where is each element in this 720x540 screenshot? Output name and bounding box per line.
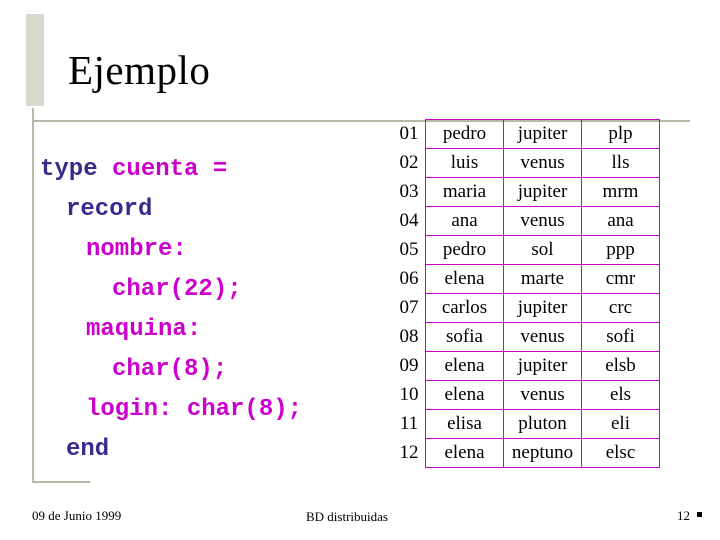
code-identifier: char(22);: [112, 276, 242, 303]
decorative-vertical-rule: [32, 108, 34, 482]
table-row: 09 elena jupiter elsb: [393, 351, 660, 381]
table-cell-nombre: ana: [425, 206, 504, 236]
row-index: 05: [399, 239, 419, 260]
table-cell-nombre: carlos: [425, 293, 504, 323]
table-cell-login: eli: [581, 409, 660, 439]
table-row: 08 sofia venus sofi: [393, 322, 660, 352]
code-identifier: login: char(8);: [86, 396, 303, 423]
table-cell-login: mrm: [581, 177, 660, 207]
decorative-left-bar: [26, 14, 44, 106]
code-line: char(8);: [40, 350, 380, 390]
table-row: 11 elisa pluton eli: [393, 409, 660, 439]
table-body: 01 pedro jupiter plp 02 luis venus lls 03 maria ju…: [393, 119, 660, 468]
decorative-bottom-rule: [32, 481, 90, 483]
code-line: char(22);: [40, 270, 380, 310]
table-cell-login: lls: [581, 148, 660, 178]
row-index: 03: [399, 181, 419, 202]
table-cell-login: crc: [581, 293, 660, 323]
table-cell-nombre: elena: [425, 264, 504, 294]
row-index: 02: [399, 152, 419, 173]
footer-subtitle: BD distribuidas: [306, 509, 388, 524]
data-table: 01 pedro jupiter plp 02 luis venus lls 03 maria ju…: [393, 119, 660, 468]
table-row: 05 pedro sol ppp: [393, 235, 660, 265]
row-index: 11: [399, 413, 419, 434]
table-cell-maquina: venus: [503, 322, 582, 352]
table-row: 03 maria jupiter mrm: [393, 177, 660, 207]
table-cell-login: elsb: [581, 351, 660, 381]
code-keyword: type: [40, 156, 98, 183]
table-cell-maquina: pluton: [503, 409, 582, 439]
row-index: 09: [399, 355, 419, 376]
table-cell-maquina: jupiter: [503, 119, 582, 149]
table-cell-nombre: elena: [425, 438, 504, 468]
code-identifier: char(8);: [112, 356, 228, 383]
footer-page-number: 12: [677, 508, 690, 523]
table-cell-login: ana: [581, 206, 660, 236]
table-cell-maquina: jupiter: [503, 351, 582, 381]
table-cell-maquina: jupiter: [503, 293, 582, 323]
table-cell-nombre: luis: [425, 148, 504, 178]
code-line: type cuenta =: [40, 150, 380, 190]
page-title: Ejemplo: [68, 47, 211, 93]
code-identifier: cuenta =: [97, 156, 228, 183]
code-line: end: [40, 430, 380, 470]
row-index: 07: [399, 297, 419, 318]
table-cell-maquina: venus: [503, 380, 582, 410]
table-row: 12 elena neptuno elsc: [393, 438, 660, 468]
code-block: type cuenta = record nombre: char(22); maqui…: [40, 150, 380, 470]
table-cell-maquina: jupiter: [503, 177, 582, 207]
table-row: 06 elena marte cmr: [393, 264, 660, 294]
code-keyword: record: [66, 196, 153, 223]
table-cell-nombre: sofia: [425, 322, 504, 352]
table-cell-nombre: maria: [425, 177, 504, 207]
table-row: 02 luis venus lls: [393, 148, 660, 178]
table-cell-nombre: elena: [425, 380, 504, 410]
code-line: record: [40, 190, 380, 230]
table-cell-login: ppp: [581, 235, 660, 265]
row-index: 06: [399, 268, 419, 289]
row-index: 04: [399, 210, 419, 231]
table-cell-login: els: [581, 380, 660, 410]
table-cell-login: plp: [581, 119, 660, 149]
table-row: 04 ana venus ana: [393, 206, 660, 236]
code-identifier: nombre:: [86, 236, 187, 263]
table-row: 07 carlos jupiter crc: [393, 293, 660, 323]
table-cell-maquina: neptuno: [503, 438, 582, 468]
table-cell-nombre: pedro: [425, 119, 504, 149]
table-row: 10 elena venus els: [393, 380, 660, 410]
table-cell-login: sofi: [581, 322, 660, 352]
row-index: 12: [399, 442, 419, 463]
table-cell-nombre: pedro: [425, 235, 504, 265]
table-cell-maquina: venus: [503, 206, 582, 236]
footer-date: 09 de Junio 1999: [32, 508, 122, 523]
table-cell-nombre: elena: [425, 351, 504, 381]
table-cell-maquina: venus: [503, 148, 582, 178]
row-index: 01: [399, 123, 419, 144]
table-cell-login: elsc: [581, 438, 660, 468]
table-cell-login: cmr: [581, 264, 660, 294]
row-index: 10: [399, 384, 419, 405]
code-line: nombre:: [40, 230, 380, 270]
code-identifier: maquina:: [86, 316, 202, 343]
code-line: maquina:: [40, 310, 380, 350]
row-index: 08: [399, 326, 419, 347]
table-cell-nombre: elisa: [425, 409, 504, 439]
table-cell-maquina: sol: [503, 235, 582, 265]
code-line: login: char(8);: [40, 390, 380, 430]
table-cell-maquina: marte: [503, 264, 582, 294]
table-row: 01 pedro jupiter plp: [393, 119, 660, 149]
footer-bullet-icon: [697, 512, 702, 517]
code-keyword: end: [66, 436, 110, 463]
